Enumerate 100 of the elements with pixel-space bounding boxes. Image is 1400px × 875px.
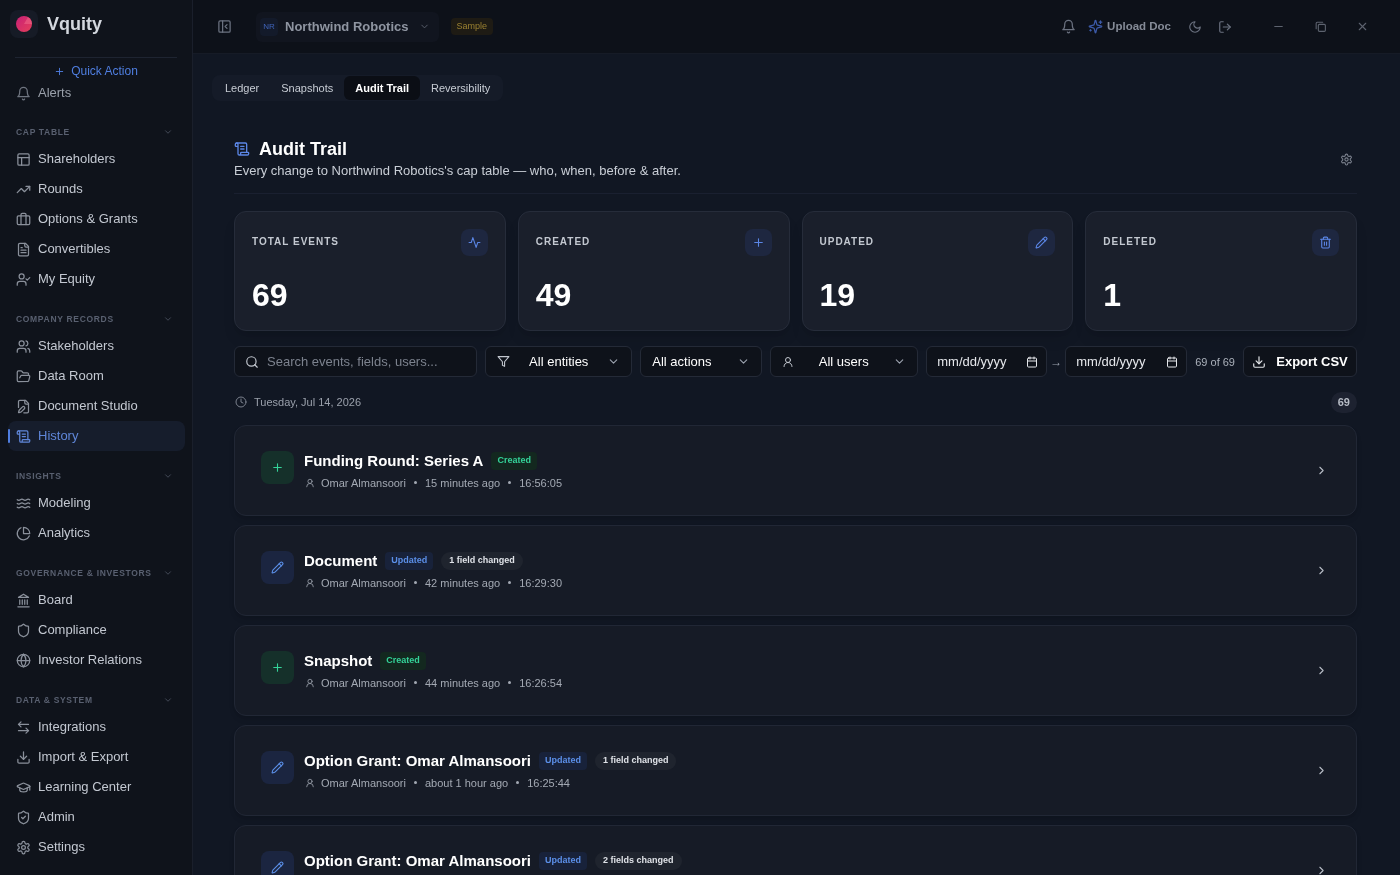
bullet-icon bbox=[508, 681, 512, 685]
event-title: Funding Round: Series A bbox=[304, 450, 484, 471]
pencil-icon bbox=[261, 551, 294, 585]
user-icon bbox=[782, 355, 795, 368]
sidebar-item[interactable]: Data Room bbox=[8, 361, 185, 391]
entity-filter-dropdown[interactable]: All entities bbox=[485, 346, 633, 378]
sidebar-item[interactable]: Shareholders bbox=[8, 144, 185, 174]
event-relative-time: 15 minutes ago bbox=[425, 475, 501, 491]
sidebar-item[interactable]: Analytics bbox=[8, 518, 185, 548]
sidebar-item[interactable]: Investor Relations bbox=[8, 645, 185, 675]
settings-icon[interactable] bbox=[1340, 152, 1353, 166]
sidebar-item[interactable]: Integrations bbox=[8, 712, 185, 742]
sidebar-item[interactable]: Alerts bbox=[8, 84, 185, 102]
briefcase-icon bbox=[16, 211, 31, 227]
tab[interactable]: Ledger bbox=[214, 76, 271, 101]
users-icon bbox=[16, 338, 31, 354]
bullet-icon bbox=[508, 581, 512, 585]
event-relative-time: 42 minutes ago bbox=[425, 575, 501, 591]
sidebar-item[interactable]: Admin bbox=[8, 802, 185, 832]
sidebar-item[interactable]: Document Studio bbox=[8, 391, 185, 421]
app-name: Vquity bbox=[47, 12, 102, 36]
company-avatar: NR bbox=[260, 17, 278, 36]
page-title: Audit Trail bbox=[259, 137, 347, 161]
calendar-icon[interactable] bbox=[1026, 355, 1039, 368]
table-icon bbox=[16, 151, 31, 167]
event-relative-time: 44 minutes ago bbox=[425, 675, 501, 691]
sidebar-item[interactable]: Modeling bbox=[8, 488, 185, 518]
sidebar-item[interactable]: Board bbox=[8, 585, 185, 615]
tab[interactable]: Audit Trail bbox=[344, 76, 421, 101]
document-icon bbox=[16, 241, 31, 257]
action-badge: Updated bbox=[538, 752, 587, 770]
action-badge: Updated bbox=[385, 552, 434, 570]
event-row[interactable]: Option Grant: Omar Almansoori Updated 2 fields changed bbox=[234, 825, 1357, 875]
event-row[interactable]: Option Grant: Omar Almansoori Updated 1 field changed Omar Almansoori about 1 hour ago 16:25:44 bbox=[234, 725, 1357, 817]
user-icon bbox=[305, 577, 315, 588]
bullet-icon bbox=[414, 781, 417, 785]
sidebar-item[interactable]: Compliance bbox=[8, 615, 185, 645]
event-title: Snapshot bbox=[304, 650, 373, 671]
logo-icon bbox=[10, 10, 38, 38]
sidebar-item[interactable]: Import & Export bbox=[8, 742, 185, 772]
logout-icon[interactable] bbox=[1218, 19, 1232, 34]
sidebar-item[interactable]: Options & Grants bbox=[8, 204, 185, 234]
group-date: Tuesday, Jul 14, 2026 bbox=[254, 395, 361, 410]
user-filter-dropdown[interactable]: All users bbox=[770, 346, 919, 378]
arrows-icon bbox=[16, 719, 31, 735]
event-user: Omar Almansoori bbox=[321, 675, 406, 691]
search-field[interactable]: Search events, fields, users... bbox=[234, 346, 478, 378]
user-check-icon bbox=[16, 271, 31, 287]
company-switcher[interactable]: NR Northwind Robotics bbox=[256, 11, 439, 42]
event-row[interactable]: Snapshot Created Omar Almansoori 44 minutes ago 16:26:54 bbox=[234, 625, 1357, 717]
date-from-field[interactable]: mm/dd/yyyy bbox=[926, 346, 1048, 378]
graduation-cap-icon bbox=[16, 779, 31, 795]
pencil-icon bbox=[261, 751, 294, 785]
event-title: Option Grant: Omar Almansoori bbox=[304, 750, 531, 771]
event-time: 16:26:54 bbox=[519, 675, 563, 691]
date-to-field[interactable]: mm/dd/yyyy bbox=[1065, 346, 1188, 378]
bullet-icon bbox=[414, 481, 417, 485]
search-icon bbox=[245, 354, 259, 369]
range-arrow: → bbox=[1050, 353, 1063, 371]
sidebar-item[interactable]: Rounds bbox=[8, 174, 185, 204]
event-relative-time: about 1 hour ago bbox=[425, 775, 509, 791]
sidebar-item[interactable]: Learning Center bbox=[8, 772, 185, 802]
tab[interactable]: Snapshots bbox=[270, 76, 345, 101]
calendar-icon[interactable] bbox=[1166, 355, 1179, 368]
moon-icon[interactable] bbox=[1188, 19, 1202, 34]
sidebar-item[interactable]: Settings bbox=[8, 832, 185, 862]
sidebar-item[interactable]: History bbox=[8, 421, 185, 451]
upload-doc-button[interactable]: Upload Doc bbox=[1088, 17, 1171, 36]
sidebar-item[interactable]: My Equity bbox=[8, 264, 185, 294]
action-filter-dropdown[interactable]: All actions bbox=[640, 346, 763, 378]
shield-check-icon bbox=[16, 809, 31, 825]
bank-icon bbox=[16, 592, 31, 608]
export-csv-button[interactable]: Export CSV bbox=[1243, 346, 1357, 378]
restore-icon[interactable] bbox=[1314, 20, 1327, 33]
sidebar-item[interactable]: Convertibles bbox=[8, 234, 185, 264]
bullet-icon bbox=[414, 681, 417, 685]
group-count-badge: 69 bbox=[1330, 392, 1357, 413]
quick-action-button[interactable]: Quick Action bbox=[54, 62, 138, 80]
user-icon bbox=[305, 677, 315, 688]
download-icon bbox=[16, 749, 31, 765]
pie-chart-icon bbox=[16, 525, 31, 541]
event-row[interactable]: Document Updated 1 field changed Omar Almansoori 42 minutes ago 16:29:30 bbox=[234, 525, 1357, 617]
event-user: Omar Almansoori bbox=[321, 575, 406, 591]
scroll-icon bbox=[16, 428, 31, 444]
bell-icon[interactable] bbox=[1061, 19, 1077, 34]
event-title: Document bbox=[304, 550, 378, 571]
changes-badge: 1 field changed bbox=[594, 752, 677, 770]
pencil-icon bbox=[261, 851, 294, 875]
event-row[interactable]: Funding Round: Series A Created Omar Almansoori 15 minutes ago 16:56:05 bbox=[234, 425, 1357, 517]
settings-icon bbox=[16, 839, 31, 855]
action-badge: Created bbox=[491, 452, 537, 470]
shield-icon bbox=[16, 622, 31, 638]
tab[interactable]: Reversibility bbox=[420, 76, 502, 101]
changes-badge: 2 fields changed bbox=[594, 852, 682, 870]
plus-icon bbox=[744, 229, 772, 257]
close-icon[interactable] bbox=[1356, 20, 1369, 33]
sidebar-toggle-icon[interactable] bbox=[217, 19, 232, 34]
result-count: 69 of 69 bbox=[1195, 354, 1235, 370]
trash-icon bbox=[1312, 229, 1339, 257]
sidebar-item[interactable]: Stakeholders bbox=[8, 331, 185, 361]
